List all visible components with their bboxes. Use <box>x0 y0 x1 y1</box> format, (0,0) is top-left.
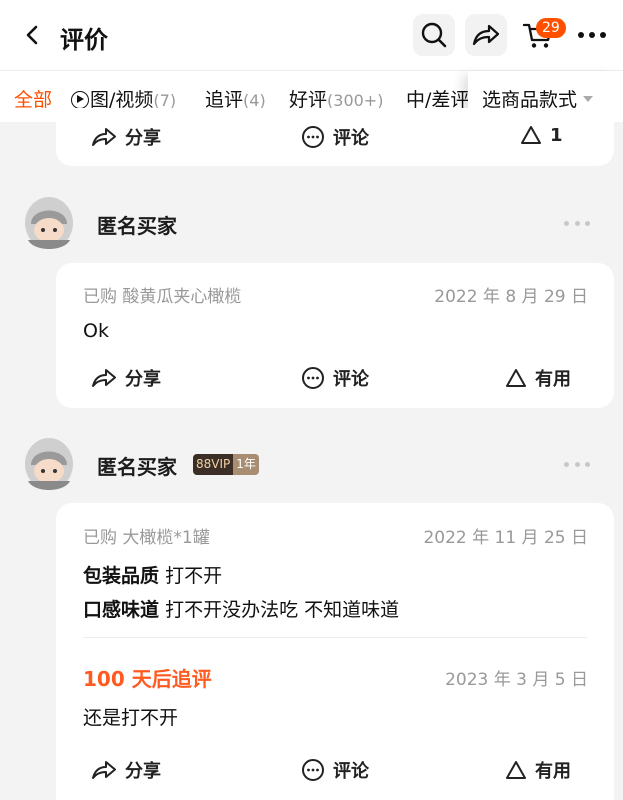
comment-label: 评论 <box>333 761 369 782</box>
back-button[interactable] <box>16 18 50 52</box>
username: 匿名买家 <box>97 214 177 238</box>
review-attribute-packaging: 包装品质 打不开 <box>83 561 222 588</box>
comment-button[interactable]: 评论 <box>301 365 369 391</box>
dot <box>574 220 580 226</box>
share-arrow-icon <box>92 761 116 779</box>
helpful-label: 有用 <box>535 369 571 390</box>
share-arrow-icon <box>92 369 116 387</box>
share-button[interactable]: 分享 <box>91 757 161 783</box>
top-nav-bar: 评价 29 <box>0 0 623 70</box>
search-button[interactable] <box>413 14 455 56</box>
attribute-label: 包装品质 <box>83 565 160 587</box>
comment-bubble-icon <box>302 126 324 148</box>
helpful-button[interactable]: 1 <box>520 124 563 146</box>
follow-up-date: 2023 年 3 月 5 日 <box>445 670 588 690</box>
share-arrow-icon <box>472 24 500 46</box>
review-card: 已购 酸黄瓜夹心橄榄 2022 年 8 月 29 日 Ok 分享 评论 有用 <box>56 263 614 408</box>
thumbs-up-triangle-icon <box>521 126 541 144</box>
vip-badge: 88VIP 1年 <box>193 454 259 475</box>
follow-up-label: 100 天后追评 <box>83 667 212 691</box>
review-date: 2022 年 11 月 25 日 <box>423 528 588 548</box>
page-title: 评价 <box>60 26 108 54</box>
thumbs-up-triangle-icon <box>506 761 526 779</box>
avatar[interactable] <box>22 194 76 252</box>
comment-button[interactable]: 评论 <box>301 124 369 150</box>
attribute-value: 打不开 <box>165 565 223 587</box>
review-more-button[interactable] <box>564 219 590 227</box>
more-menu-button[interactable] <box>571 14 613 56</box>
thumbs-up-triangle-icon <box>506 369 526 387</box>
review-text: Ok <box>83 320 109 342</box>
share-button[interactable]: 分享 <box>91 124 161 150</box>
caret-down-icon <box>583 96 594 102</box>
share-page-button[interactable] <box>465 14 507 56</box>
share-button[interactable]: 分享 <box>91 365 161 391</box>
vip-label: 88VIP <box>193 454 234 475</box>
purchased-variant: 已购 酸黄瓜夹心橄榄 <box>83 287 242 307</box>
comment-bubble-icon <box>302 367 324 389</box>
review-card: 已购 大橄榄*1罐 2022 年 11 月 25 日 包装品质 打不开 口感味道… <box>56 503 614 800</box>
review-card-partial: 分享 评论 1 <box>56 108 614 166</box>
vip-years: 1年 <box>233 454 259 475</box>
share-label: 分享 <box>125 369 161 390</box>
chevron-left-icon <box>26 25 38 45</box>
share-arrow-icon <box>92 128 116 146</box>
attribute-label: 口感味道 <box>83 599 160 621</box>
cart-count-badge: 29 <box>536 18 566 38</box>
dot <box>585 220 590 226</box>
search-icon <box>421 22 447 48</box>
dot <box>564 220 569 226</box>
review-more-button[interactable] <box>564 460 590 468</box>
comment-bubble-icon <box>302 759 324 781</box>
helpful-button[interactable]: 有用 <box>505 365 571 391</box>
play-circle-icon <box>71 91 89 109</box>
comment-label: 评论 <box>333 369 369 390</box>
helpful-label: 有用 <box>535 761 571 782</box>
tab-all-label: 全部 <box>14 89 53 111</box>
review-date: 2022 年 8 月 29 日 <box>434 287 588 307</box>
comment-button[interactable]: 评论 <box>301 757 369 783</box>
divider <box>83 637 587 638</box>
dot <box>585 461 590 467</box>
follow-up-text: 还是打不开 <box>83 707 179 729</box>
review-attribute-taste: 口感味道 打不开没办法吃 不知道味道 <box>83 595 399 622</box>
helpful-button[interactable]: 有用 <box>505 757 571 783</box>
share-label: 分享 <box>125 761 161 782</box>
tab-all[interactable]: 全部 <box>14 85 52 112</box>
avatar[interactable] <box>22 435 76 493</box>
dot <box>564 461 569 467</box>
dot <box>574 461 580 467</box>
attribute-value: 打不开没办法吃 不知道味道 <box>165 599 400 621</box>
purchased-variant: 已购 大橄榄*1罐 <box>83 528 210 548</box>
comment-label: 评论 <box>333 128 369 149</box>
helpful-count: 1 <box>550 124 563 146</box>
more-horizontal-icon <box>578 32 606 38</box>
username: 匿名买家 <box>97 455 177 479</box>
share-label: 分享 <box>125 128 161 149</box>
